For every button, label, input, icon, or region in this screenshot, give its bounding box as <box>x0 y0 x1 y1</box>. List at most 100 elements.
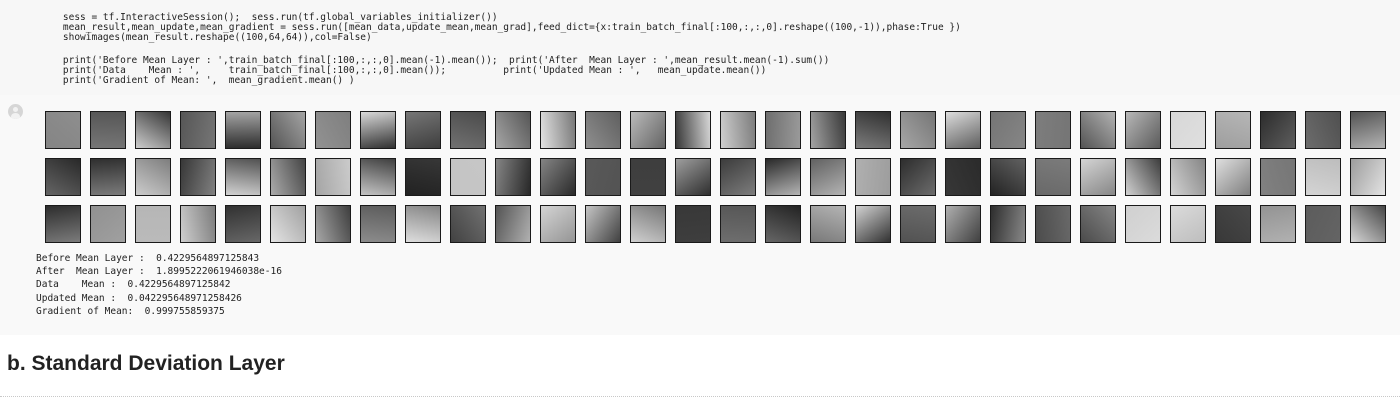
image-thumbnail <box>180 158 216 196</box>
image-thumbnail <box>855 158 891 196</box>
image-thumbnail <box>900 205 936 243</box>
image-thumbnail <box>990 205 1026 243</box>
image-thumbnail <box>1305 158 1341 196</box>
image-thumbnail <box>945 158 981 196</box>
image-thumbnail <box>1080 111 1116 149</box>
code-line: showimages(mean_result.reshape((100,64,6… <box>40 32 372 43</box>
image-thumbnail <box>1035 111 1071 149</box>
image-thumbnail <box>540 111 576 149</box>
image-thumbnail <box>450 205 486 243</box>
image-thumbnail <box>405 205 441 243</box>
output-line: After Mean Layer : 1.8995222061946038e-1… <box>36 266 282 277</box>
image-thumbnail <box>990 111 1026 149</box>
image-thumbnail <box>1350 111 1386 149</box>
image-thumbnail <box>1035 205 1071 243</box>
image-thumbnail <box>495 205 531 243</box>
output-line: Updated Mean : 0.042295648971258426 <box>36 293 242 304</box>
image-thumbnail <box>1125 205 1161 243</box>
image-thumbnail <box>270 205 306 243</box>
image-thumbnail <box>315 205 351 243</box>
image-thumbnail <box>765 205 801 243</box>
image-thumbnail <box>360 158 396 196</box>
image-thumbnail <box>1305 205 1341 243</box>
output-line: Data Mean : 0.4229564897125842 <box>36 279 231 290</box>
image-thumbnail <box>90 158 126 196</box>
image-thumbnail <box>495 158 531 196</box>
image-thumbnail <box>225 158 261 196</box>
image-thumbnail <box>225 205 261 243</box>
image-thumbnail <box>1260 158 1296 196</box>
image-thumbnail <box>1305 111 1341 149</box>
image-thumbnail <box>405 111 441 149</box>
image-thumbnail <box>315 111 351 149</box>
image-thumbnail <box>495 111 531 149</box>
image-thumbnail <box>765 111 801 149</box>
image-thumbnail <box>630 158 666 196</box>
image-thumbnail <box>1080 158 1116 196</box>
image-thumbnail <box>360 111 396 149</box>
image-thumbnail <box>225 111 261 149</box>
image-thumbnail <box>1035 158 1071 196</box>
image-thumbnail <box>1170 158 1206 196</box>
image-grid <box>45 111 1395 246</box>
image-thumbnail <box>405 158 441 196</box>
image-thumbnail <box>135 158 171 196</box>
image-thumbnail <box>180 111 216 149</box>
image-thumbnail <box>720 111 756 149</box>
image-thumbnail <box>810 158 846 196</box>
divider <box>0 396 1400 398</box>
image-thumbnail <box>180 205 216 243</box>
output-line: Gradient of Mean: 0.999755859375 <box>36 306 225 317</box>
image-thumbnail <box>720 158 756 196</box>
image-thumbnail <box>765 158 801 196</box>
image-thumbnail <box>1260 111 1296 149</box>
image-thumbnail <box>90 111 126 149</box>
image-thumbnail <box>270 111 306 149</box>
image-thumbnail <box>585 158 621 196</box>
image-thumbnail <box>945 205 981 243</box>
image-thumbnail <box>630 205 666 243</box>
section-heading: b. Standard Deviation Layer <box>7 352 285 375</box>
image-thumbnail <box>135 205 171 243</box>
code-line: print('Gradient of Mean: ', mean_gradien… <box>40 75 355 86</box>
image-thumbnail <box>1350 205 1386 243</box>
image-thumbnail <box>630 111 666 149</box>
user-avatar-icon[interactable] <box>8 104 23 119</box>
image-thumbnail <box>45 111 81 149</box>
image-thumbnail <box>990 158 1026 196</box>
image-thumbnail <box>1080 205 1116 243</box>
image-thumbnail <box>675 205 711 243</box>
image-thumbnail <box>270 158 306 196</box>
image-thumbnail <box>900 111 936 149</box>
image-thumbnail <box>810 111 846 149</box>
image-thumbnail <box>135 111 171 149</box>
image-thumbnail <box>675 111 711 149</box>
image-thumbnail <box>945 111 981 149</box>
image-thumbnail <box>45 158 81 196</box>
image-thumbnail <box>540 158 576 196</box>
image-thumbnail <box>90 205 126 243</box>
image-thumbnail <box>675 158 711 196</box>
code-cell[interactable]: sess = tf.InteractiveSession(); sess.run… <box>0 0 1400 95</box>
image-thumbnail <box>540 205 576 243</box>
image-thumbnail <box>1170 205 1206 243</box>
image-thumbnail <box>315 158 351 196</box>
output-line: Before Mean Layer : 0.4229564897125843 <box>36 253 260 264</box>
image-thumbnail <box>585 205 621 243</box>
image-thumbnail <box>1125 111 1161 149</box>
image-thumbnail <box>900 158 936 196</box>
image-thumbnail <box>360 205 396 243</box>
image-thumbnail <box>1350 158 1386 196</box>
image-thumbnail <box>1215 205 1251 243</box>
image-thumbnail <box>855 111 891 149</box>
image-thumbnail <box>1125 158 1161 196</box>
image-thumbnail <box>855 205 891 243</box>
image-thumbnail <box>1215 158 1251 196</box>
image-thumbnail <box>1215 111 1251 149</box>
image-thumbnail <box>45 205 81 243</box>
image-thumbnail <box>1170 111 1206 149</box>
image-thumbnail <box>720 205 756 243</box>
image-thumbnail <box>1260 205 1296 243</box>
image-thumbnail <box>450 111 486 149</box>
image-thumbnail <box>450 158 486 196</box>
